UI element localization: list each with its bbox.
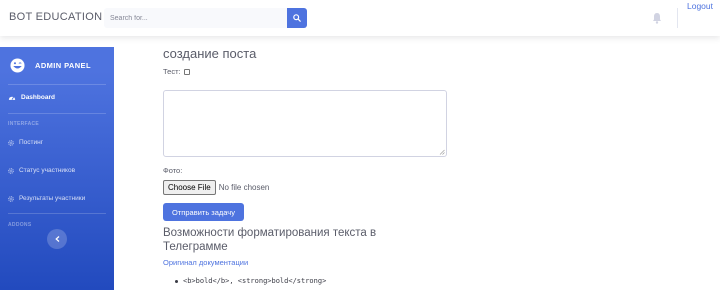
sidebar-brand[interactable]: ADMIN PANEL: [0, 47, 114, 84]
sidebar-heading: INTERFACE: [8, 121, 40, 127]
topbar: BOT EDUCATION Logout: [0, 0, 720, 36]
formatting-section-title: Возможности форматирования текста в Теле…: [163, 227, 377, 253]
search-icon: [293, 14, 301, 22]
topbar-divider: [677, 8, 678, 28]
file-status: No file chosen: [218, 183, 270, 192]
test-checkbox-row: Тест:: [163, 67, 190, 76]
sidebar-item-label: Dashboard: [21, 94, 55, 101]
search-button[interactable]: [287, 8, 307, 28]
sidebar-divider: [8, 213, 106, 214]
chevron-left-icon: [54, 236, 59, 242]
search-form: [104, 8, 307, 28]
cog-icon: [8, 167, 14, 174]
logout-link[interactable]: Logout: [687, 1, 713, 11]
documentation-link[interactable]: Оригинал документации: [163, 258, 248, 267]
sidebar-item-participant-status[interactable]: Статус участников: [8, 167, 75, 174]
sidebar-heading: ADDONS: [8, 222, 32, 228]
app-brand[interactable]: BOT EDUCATION: [9, 11, 102, 23]
photo-file-input: Choose File No file chosen: [163, 180, 269, 195]
resize-grip-icon[interactable]: [439, 149, 445, 155]
sidebar-item-participant-results[interactable]: Результаты участники: [8, 195, 85, 202]
test-checkbox[interactable]: [183, 68, 190, 75]
submit-task-button[interactable]: Отправить задачу: [163, 203, 244, 221]
sidebar-brand-label: ADMIN PANEL: [35, 61, 91, 70]
sidebar-toggle-button[interactable]: [47, 229, 67, 249]
sidebar-item-dashboard[interactable]: Dashboard: [8, 94, 55, 101]
cog-icon: [8, 195, 14, 202]
laugh-wink-icon: [10, 58, 25, 73]
list-item-text: <b>bold</b>, <strong>bold</strong>: [183, 277, 327, 285]
list-item: <b>bold</b>, <strong>bold</strong>: [175, 277, 326, 285]
cog-icon: [8, 139, 14, 146]
sidebar-item-label: Статус участников: [19, 167, 76, 174]
sidebar-divider: [8, 84, 106, 85]
page-title: создание поста: [163, 46, 257, 61]
bullet-dot: [175, 279, 178, 283]
sidebar-item-posting[interactable]: Постинг: [8, 139, 43, 146]
sidebar-divider: [8, 113, 106, 114]
post-text-area[interactable]: [163, 90, 447, 157]
sidebar-item-label: Постинг: [19, 139, 44, 146]
tachometer-icon: [8, 96, 16, 100]
sidebar: ADMIN PANEL Dashboard INTERFACE Постинг …: [0, 47, 114, 290]
choose-file-button[interactable]: Choose File: [163, 180, 216, 195]
test-checkbox-label: Тест:: [163, 67, 181, 76]
sidebar-item-label: Результаты участники: [19, 195, 86, 202]
search-input[interactable]: [104, 8, 287, 28]
photo-label: Фото:: [163, 166, 183, 175]
bell-icon[interactable]: [652, 12, 662, 24]
